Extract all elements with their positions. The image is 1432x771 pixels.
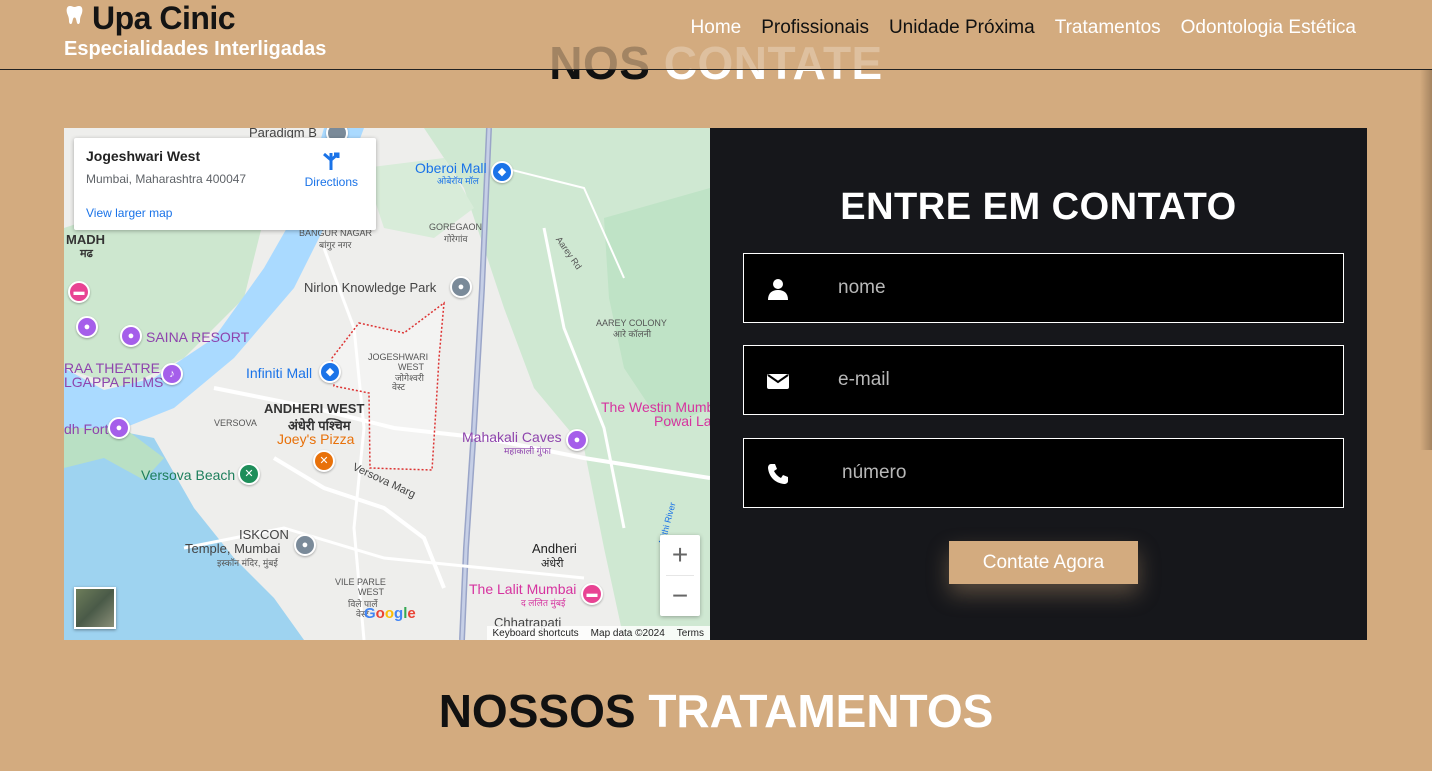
- treatments-title-part2: TRATAMENTOS: [648, 685, 994, 737]
- user-icon: [768, 279, 788, 300]
- map-label-andheri-west: ANDHERI WEST: [264, 401, 365, 416]
- phone-input[interactable]: [842, 439, 1332, 507]
- map-info-card: Jogeshwari West Mumbai, Maharashtra 4000…: [74, 138, 376, 230]
- nav-unidade-proxima[interactable]: Unidade Próxima: [889, 17, 1035, 39]
- map-label-vile-parle: VILE PARLE: [335, 577, 386, 587]
- directions-button[interactable]: Directions: [305, 150, 358, 189]
- map-data-label: Map data ©2024: [590, 627, 665, 639]
- map-label-jogeshwari-hi-west: वेस्ट: [392, 382, 406, 392]
- name-input[interactable]: [838, 254, 1328, 322]
- map-pin-versova-beach[interactable]: ✕: [238, 463, 260, 485]
- nav-profissionais[interactable]: Profissionais: [761, 17, 869, 39]
- map-label-dh-fort: dh Fort: [64, 421, 109, 437]
- terms-link[interactable]: Terms: [677, 628, 704, 639]
- phone-icon: [768, 464, 788, 484]
- map-pin-joeys[interactable]: ✕: [313, 450, 335, 472]
- map-label-versova: VERSOVA: [214, 418, 257, 428]
- map-label-aarey-colony-hi: आरे कॉलनी: [613, 329, 652, 339]
- map-label-madh: MADH: [66, 232, 105, 247]
- map-label-nirlon: Nirlon Knowledge Park: [304, 280, 437, 295]
- map-label-joeys: Joey's Pizza: [277, 431, 355, 447]
- map-label-andheri: Andheri: [532, 541, 577, 556]
- satellite-toggle[interactable]: [74, 587, 116, 629]
- map-label-lalit-hi: द ललित मुंबई: [521, 598, 566, 608]
- directions-label: Directions: [304, 175, 358, 189]
- map-pin-shopping-oberoi[interactable]: ◆: [491, 161, 513, 183]
- brand-subtitle: Especialidades Interligadas: [64, 38, 327, 60]
- map-pin-attraction[interactable]: ●: [76, 316, 98, 338]
- envelope-icon: [767, 374, 789, 389]
- brand[interactable]: Upa Cinic Especialidades Interligadas: [64, 0, 326, 61]
- map-label-vile-parle-west: WEST: [358, 587, 384, 597]
- submit-contact-button[interactable]: Contate Agora: [949, 541, 1138, 584]
- scrollbar[interactable]: [1420, 70, 1432, 450]
- map-label-madh-hi: मढ: [80, 248, 93, 260]
- nav-tratamentos[interactable]: Tratamentos: [1055, 17, 1161, 39]
- map-pin-saina-resort[interactable]: ●: [120, 325, 142, 347]
- treatments-title-part1: NOSSOS: [438, 685, 636, 737]
- map-pin-infiniti[interactable]: ◆: [319, 361, 341, 383]
- map-label-versova-beach: Versova Beach: [141, 467, 236, 483]
- map-label-mahakali-hi: महाकाली गुंफा: [504, 446, 552, 456]
- map-label-lgappa: LGAPPA FILMS: [64, 374, 164, 390]
- zoom-controls: + −: [660, 535, 700, 616]
- map-label-oberoi-hi: ओबेरॉय मॉल: [437, 176, 479, 186]
- zoom-out-button[interactable]: −: [660, 576, 700, 616]
- map-label-iskcon-temple: Temple, Mumbai: [185, 541, 281, 556]
- map-label-mahakali: Mahakali Caves: [462, 429, 562, 445]
- map-label-andheri-hi: अंधेरी: [541, 558, 564, 570]
- map-label-goregaon: GOREGAON: [429, 222, 483, 232]
- map-pin-lalit[interactable]: ▬: [581, 583, 603, 605]
- name-field[interactable]: [743, 253, 1344, 323]
- map-pin-nirlon[interactable]: ●: [450, 276, 472, 298]
- brand-title: Upa Cinic: [92, 0, 236, 36]
- tooth-icon: [66, 6, 83, 25]
- map-label-goregaon-hi: गोरेगांव: [444, 234, 468, 244]
- site-header: Upa Cinic Especialidades Interligadas Ho…: [0, 0, 1432, 70]
- form-title: ENTRE EM CONTATO: [840, 186, 1237, 228]
- map-pin-mahakali[interactable]: ●: [566, 429, 588, 451]
- view-larger-map-link[interactable]: View larger map: [86, 206, 172, 220]
- keyboard-shortcuts-link[interactable]: Keyboard shortcuts: [493, 628, 579, 639]
- map-pin-fort[interactable]: ●: [108, 417, 130, 439]
- map-label-iskcon: ISKCON: [239, 527, 289, 542]
- nav-home[interactable]: Home: [691, 17, 742, 39]
- treatments-section-title: NOSSOS TRATAMENTOS: [0, 684, 1432, 738]
- embedded-map[interactable]: Paradigm B Oberoi Mall ओबेरॉय मॉल MADH म…: [64, 128, 710, 640]
- map-label-iskcon-hi: इस्कॉन मंदिर, मुंबई: [217, 558, 278, 568]
- map-pin-hotel[interactable]: ▬: [68, 281, 90, 303]
- map-label-lalit: The Lalit Mumbai: [469, 581, 577, 597]
- directions-icon: [323, 152, 340, 170]
- map-label-jogeshwari: JOGESHWARI: [368, 352, 429, 362]
- nav-odontologia-estetica[interactable]: Odontologia Estética: [1181, 17, 1356, 39]
- contact-form-panel: ENTRE EM CONTATO Contate Agora: [710, 128, 1367, 640]
- main-nav: Home Profissionais Unidade Próxima Trata…: [691, 17, 1356, 39]
- map-label-powai: Powai La: [654, 413, 710, 429]
- zoom-in-button[interactable]: +: [660, 535, 700, 575]
- map-label-saina: SAINA RESORT: [146, 329, 250, 345]
- map-pin-theatre[interactable]: ♪: [161, 363, 183, 385]
- phone-field[interactable]: [743, 438, 1344, 508]
- google-logo: Google: [364, 605, 416, 622]
- email-field[interactable]: [743, 345, 1344, 415]
- email-input[interactable]: [838, 346, 1328, 414]
- map-attribution: Keyboard shortcuts Map data ©2024 Terms: [486, 626, 710, 640]
- map-pin-iskcon[interactable]: ●: [294, 534, 316, 556]
- map-label-infiniti: Infiniti Mall: [246, 365, 313, 381]
- map-label-bangur-hi: बांगुर नगर: [319, 240, 352, 250]
